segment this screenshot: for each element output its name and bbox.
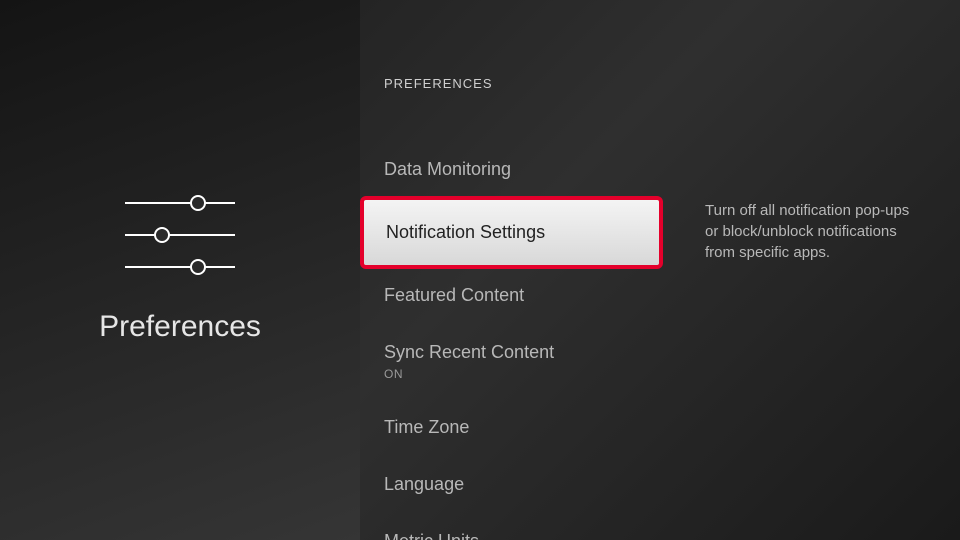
menu-item-language[interactable]: Language	[360, 456, 665, 513]
menu-panel: PREFERENCES Data Monitoring Notification…	[360, 0, 665, 540]
menu-item-metric-units[interactable]: Metric Units	[360, 513, 665, 540]
menu-item-label: Metric Units	[384, 531, 641, 540]
page-title: Preferences	[99, 310, 261, 344]
description-panel: Turn off all notification pop-ups or blo…	[665, 0, 960, 540]
menu-item-featured-content[interactable]: Featured Content	[360, 267, 665, 324]
menu-item-time-zone[interactable]: Time Zone	[360, 399, 665, 456]
section-header: PREFERENCES	[360, 76, 665, 141]
menu-item-label: Notification Settings	[386, 222, 637, 243]
left-panel: Preferences	[0, 0, 360, 540]
menu-item-label: Sync Recent Content	[384, 342, 641, 363]
menu-item-label: Time Zone	[384, 417, 641, 438]
menu-item-sublabel: ON	[384, 367, 641, 381]
item-description: Turn off all notification pop-ups or blo…	[705, 200, 925, 263]
menu-item-label: Language	[384, 474, 641, 495]
menu-item-data-monitoring[interactable]: Data Monitoring	[360, 141, 665, 198]
menu-item-label: Featured Content	[384, 285, 641, 306]
menu-item-label: Data Monitoring	[384, 159, 641, 180]
menu-item-sync-recent-content[interactable]: Sync Recent Content ON	[360, 324, 665, 399]
menu-item-notification-settings[interactable]: Notification Settings	[360, 196, 663, 269]
preferences-sliders-icon	[125, 196, 235, 276]
